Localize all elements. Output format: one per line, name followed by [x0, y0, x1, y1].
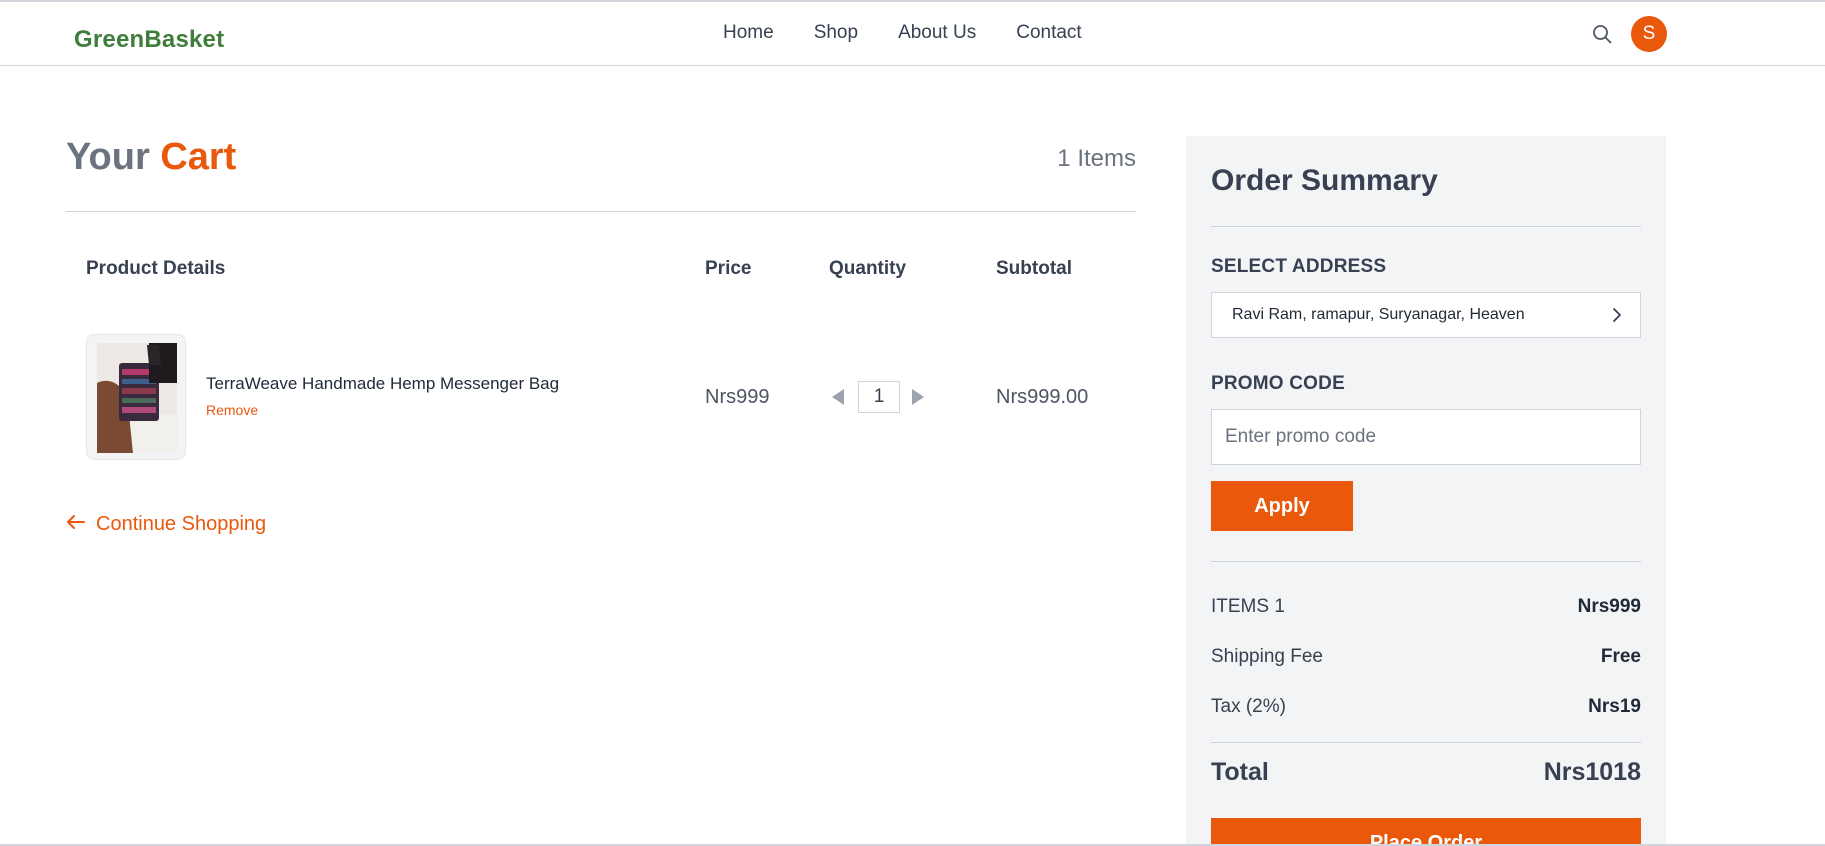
promo-code-input[interactable]	[1211, 409, 1641, 465]
tax-value: Nrs19	[1588, 696, 1641, 717]
divider	[1211, 742, 1641, 743]
quantity-value[interactable]: 1	[858, 381, 900, 413]
shipping-fee-label: Shipping Fee	[1211, 646, 1323, 667]
place-order-button[interactable]: Place Order	[1211, 818, 1641, 846]
divider	[1211, 226, 1641, 227]
nav-link-about-us[interactable]: About Us	[898, 22, 976, 44]
header-quantity: Quantity	[829, 258, 907, 279]
nav-link-shop[interactable]: Shop	[814, 22, 858, 44]
page-title: Your Cart	[66, 136, 236, 179]
item-price: Nrs999	[705, 386, 770, 408]
quantity-decrease-icon[interactable]	[830, 387, 846, 407]
order-summary-panel: Order Summary SELECT ADDRESS Ravi Ram, r…	[1186, 136, 1666, 846]
nav-link-home[interactable]: Home	[723, 22, 774, 44]
items-value: Nrs999	[1577, 596, 1641, 617]
cart-title-prefix: Your	[66, 136, 150, 178]
remove-button[interactable]: Remove	[206, 402, 258, 418]
quantity-increase-icon[interactable]	[910, 387, 926, 407]
user-avatar[interactable]: S	[1631, 16, 1667, 52]
search-icon[interactable]	[1590, 22, 1614, 46]
logo[interactable]: GreenBasket	[74, 26, 224, 54]
total-value: Nrs1018	[1543, 758, 1641, 786]
nav-links: Home Shop About Us Contact	[723, 22, 1082, 44]
continue-shopping-label: Continue Shopping	[96, 513, 267, 535]
order-summary-title: Order Summary	[1211, 164, 1438, 197]
apply-button[interactable]: Apply	[1211, 481, 1353, 531]
header-product-details: Product Details	[86, 258, 226, 279]
header-price: Price	[705, 258, 752, 279]
total-label: Total	[1211, 758, 1269, 786]
chevron-right-icon	[1608, 306, 1626, 324]
select-address-label: SELECT ADDRESS	[1211, 256, 1387, 277]
product-image[interactable]	[86, 334, 186, 460]
tax-label: Tax (2%)	[1211, 696, 1286, 717]
shipping-fee-value: Free	[1600, 646, 1641, 667]
selected-address: Ravi Ram, ramapur, Suryanagar, Heaven	[1232, 306, 1525, 323]
items-label: ITEMS 1	[1211, 596, 1285, 617]
item-subtotal: Nrs999.00	[996, 386, 1089, 408]
cart-title-accent: Cart	[160, 136, 237, 178]
continue-shopping-link[interactable]: Continue Shopping	[66, 513, 266, 536]
divider	[66, 211, 1136, 212]
nav-link-contact[interactable]: Contact	[1016, 22, 1081, 44]
address-selector[interactable]: Ravi Ram, ramapur, Suryanagar, Heaven	[1211, 292, 1641, 338]
product-name[interactable]: TerraWeave Handmade Hemp Messenger Bag	[206, 374, 559, 394]
promo-code-label: PROMO CODE	[1211, 373, 1345, 394]
divider	[1211, 561, 1641, 562]
header-subtotal: Subtotal	[996, 258, 1072, 279]
navbar: GreenBasket Home Shop About Us Contact S	[0, 2, 1825, 66]
items-count: 1 Items	[1057, 145, 1136, 172]
arrow-left-icon	[66, 514, 86, 535]
